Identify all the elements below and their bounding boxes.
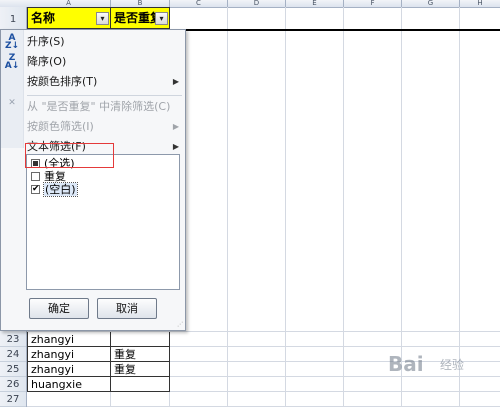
highlight-box bbox=[25, 143, 114, 168]
submenu-arrow-icon: ▶ bbox=[172, 77, 179, 86]
header-cell-name[interactable]: 名称 ▾ bbox=[27, 7, 111, 29]
column-header-e[interactable]: E bbox=[286, 0, 344, 7]
column-header-g[interactable]: G bbox=[402, 0, 460, 7]
spreadsheet: A B C D E F G H 1 23 24 25 26 27 名称 ▾ 是否… bbox=[0, 0, 500, 407]
cell-a23[interactable]: zhangyi bbox=[27, 332, 111, 347]
sort-descending-icon: Z A↓ bbox=[4, 53, 20, 71]
menu-item-sort-by-color[interactable]: 按颜色排序(T) ▶ bbox=[1, 72, 185, 92]
column-header-a[interactable]: A bbox=[27, 0, 111, 7]
menu-separator bbox=[27, 95, 182, 96]
cell-b23[interactable] bbox=[110, 332, 170, 347]
sort-ascending-icon: A Z↓ bbox=[4, 33, 20, 51]
autofilter-menu: A Z↓ 升序(S) Z A↓ 降序(O) 按颜色排序(T) ▶ ✕ 从 "是否重复… bbox=[0, 29, 186, 331]
filter-dropdown-button-name[interactable]: ▾ bbox=[96, 12, 109, 25]
row-header-26[interactable]: 26 bbox=[0, 377, 26, 392]
menu-item-sort-ascending[interactable]: A Z↓ 升序(S) bbox=[1, 32, 185, 52]
cell-b26[interactable] bbox=[110, 377, 170, 392]
filter-values-list[interactable]: (全选) 重复 ✔ (空白) bbox=[26, 154, 180, 290]
row-header-24[interactable]: 24 bbox=[0, 347, 26, 362]
header-cell-duplicate[interactable]: 是否重复 ▾ bbox=[110, 7, 170, 29]
cell-a25[interactable]: zhangyi bbox=[27, 362, 111, 377]
column-header-c[interactable]: C bbox=[170, 0, 228, 7]
checkbox-unchecked-icon[interactable] bbox=[31, 172, 40, 181]
resize-grip-icon[interactable]: ⋰ bbox=[177, 322, 183, 328]
watermark-logo: Bai bbox=[388, 352, 424, 376]
cell-b25[interactable]: 重复 bbox=[110, 362, 170, 377]
column-header-f[interactable]: F bbox=[344, 0, 402, 7]
cancel-button[interactable]: 取消 bbox=[97, 298, 157, 319]
filter-dropdown-button-duplicate[interactable]: ▾ bbox=[155, 12, 168, 25]
row-header-27[interactable]: 27 bbox=[0, 392, 26, 407]
column-header-d[interactable]: D bbox=[228, 0, 286, 7]
row-header-1[interactable]: 1 bbox=[0, 7, 26, 31]
ok-button[interactable]: 确定 bbox=[29, 298, 89, 319]
row-header-25[interactable]: 25 bbox=[0, 362, 26, 377]
checkbox-checked-icon[interactable]: ✔ bbox=[31, 185, 40, 194]
row-header-23[interactable]: 23 bbox=[0, 332, 26, 347]
column-header-b[interactable]: B bbox=[111, 0, 170, 7]
watermark-text: 经验 bbox=[440, 358, 465, 372]
menu-item-sort-descending[interactable]: Z A↓ 降序(O) bbox=[1, 52, 185, 72]
menu-item-clear-filter: ✕ 从 "是否重复" 中清除筛选(C) bbox=[1, 97, 185, 117]
clear-filter-icon: ✕ bbox=[8, 98, 16, 108]
menu-item-filter-by-color: 按颜色筛选(I) ▶ bbox=[1, 117, 185, 137]
submenu-arrow-icon: ▶ bbox=[172, 122, 179, 131]
cell-a24[interactable]: zhangyi bbox=[27, 347, 111, 362]
cell-b24[interactable]: 重复 bbox=[110, 347, 170, 362]
cell-a26[interactable]: huangxie bbox=[27, 377, 111, 392]
column-header-h[interactable]: H bbox=[460, 0, 500, 7]
header-name-label: 名称 bbox=[31, 11, 56, 25]
